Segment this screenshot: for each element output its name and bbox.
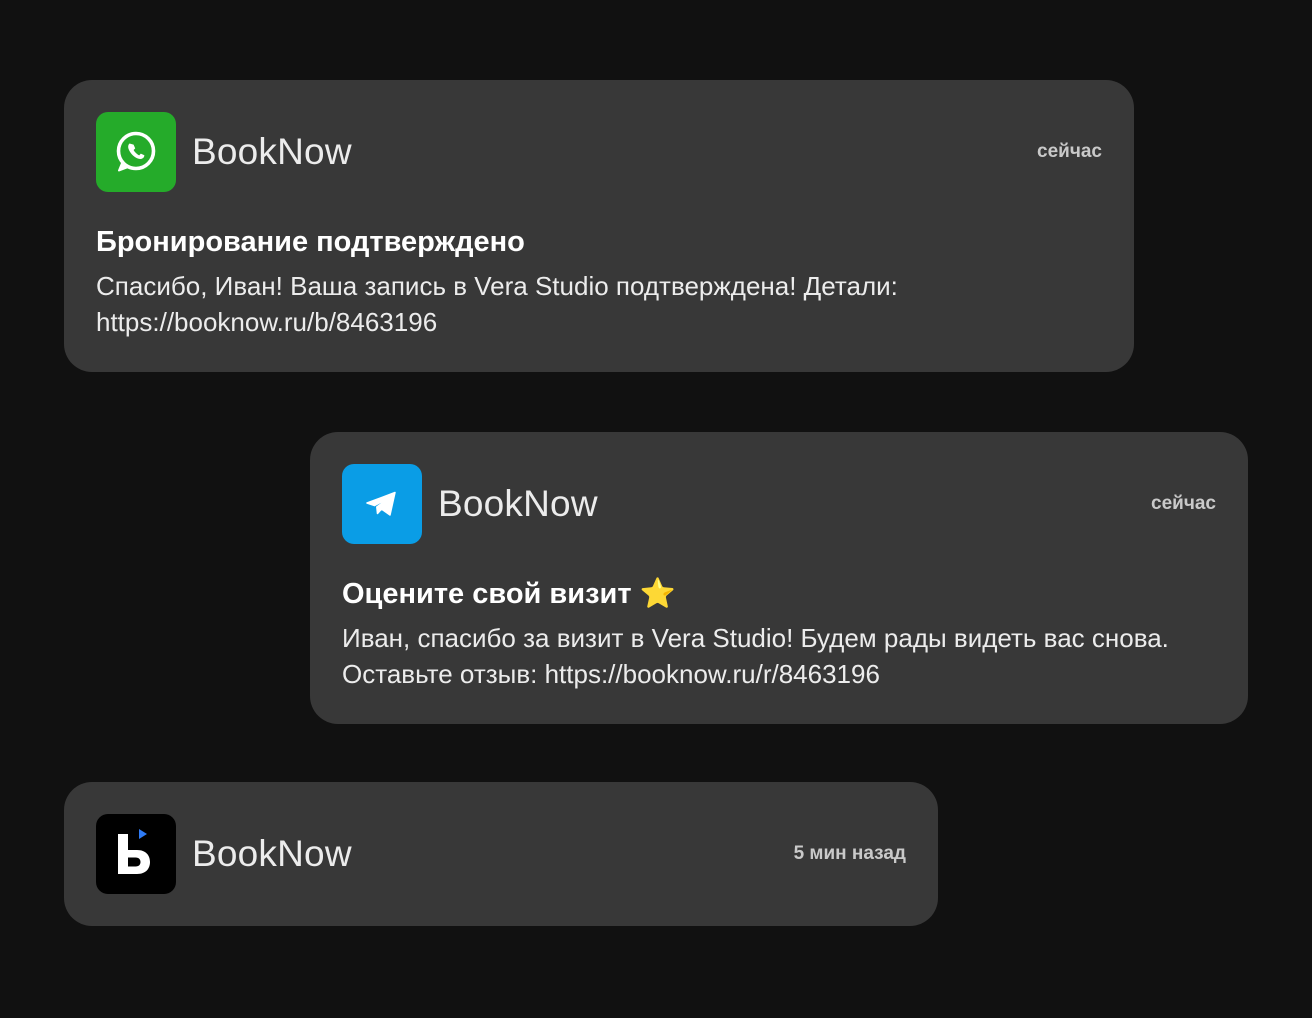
notification-time: сейчас [1151,493,1216,514]
notification-title: Бронирование подтверждено [96,226,525,258]
notification-body: Иван, спасибо за визит в Vera Studio! Бу… [342,623,1169,689]
notification-header: BookNow 5 мин назад [96,814,906,894]
notification-card-whatsapp[interactable]: BookNow сейчас Бронирование подтверждено… [64,80,1134,372]
notification-time: сейчас [1037,141,1102,162]
notification-card-booknow[interactable]: BookNow 5 мин назад [64,782,938,926]
notification-time: 5 мин назад [793,843,906,864]
app-name: BookNow [192,833,352,874]
notification-body: Спасибо, Иван! Ваша запись в Vera Studio… [96,271,898,337]
notification-title: Оцените свой визит ⭐ [342,578,676,610]
telegram-icon [342,464,422,544]
app-name: BookNow [438,483,598,524]
booknow-logo-icon [96,814,176,894]
whatsapp-icon [96,112,176,192]
notification-card-telegram[interactable]: BookNow сейчас Оцените свой визит ⭐ Иван… [310,432,1248,724]
notification-header: BookNow сейчас [96,112,1102,192]
notification-header: BookNow сейчас [342,464,1216,544]
app-name: BookNow [192,131,352,172]
